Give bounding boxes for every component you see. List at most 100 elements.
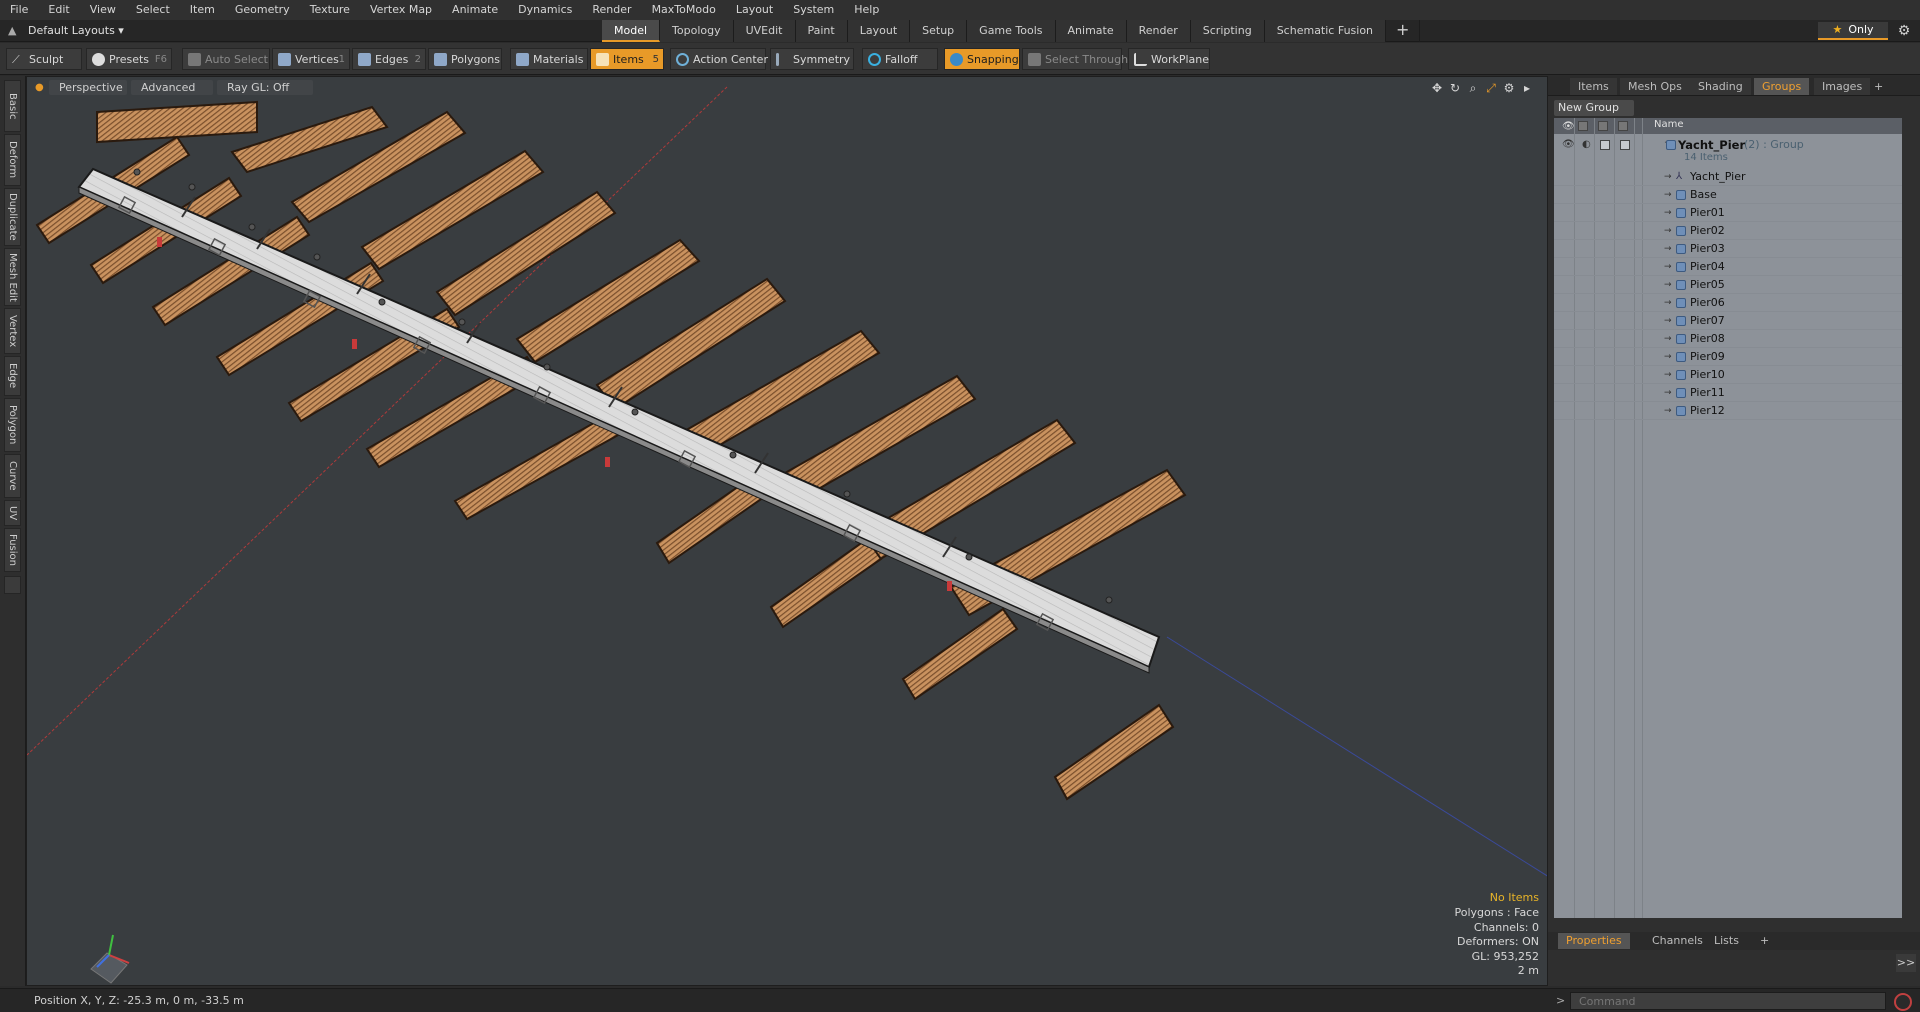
scene-canvas[interactable] (27, 77, 1548, 986)
list-item[interactable]: → Pier03 (1554, 240, 1902, 258)
expand-arrow-icon[interactable]: → (1664, 186, 1672, 204)
viewport-menu-dot[interactable]: ● (35, 82, 44, 93)
tab-paint[interactable]: Paint (795, 20, 848, 42)
add-right-tab-button[interactable]: + (1866, 78, 1891, 95)
tab-uvedit[interactable]: UVEdit (733, 20, 796, 42)
expand-arrow-icon[interactable]: → (1664, 402, 1672, 420)
name-column-header[interactable]: Name (1654, 119, 1684, 130)
viewport-expand-icon[interactable]: ▸ (1519, 80, 1535, 96)
maximize-view-icon[interactable]: ⤢ (1483, 80, 1499, 96)
tab-topology[interactable]: Topology (660, 20, 734, 42)
new-group-button[interactable]: New Group (1554, 100, 1634, 116)
vertices-button[interactable]: Vertices 1 (272, 48, 350, 70)
select-through-button[interactable]: Select Through (1022, 48, 1128, 70)
left-tab-polygon[interactable]: Polygon (4, 398, 21, 452)
tab-scripting[interactable]: Scripting (1190, 20, 1265, 42)
group-select-checkbox[interactable] (1620, 140, 1630, 150)
move-view-icon[interactable]: ✥ (1429, 80, 1445, 96)
expand-arrow-icon[interactable]: → (1664, 258, 1672, 276)
expand-panel-button[interactable]: >> (1896, 954, 1916, 972)
menu-item-dynamics[interactable]: Dynamics (508, 0, 582, 20)
menu-item-system[interactable]: System (783, 0, 844, 20)
menu-item-help[interactable]: Help (844, 0, 889, 20)
left-tab-mesh-edit[interactable]: Mesh Edit (4, 248, 21, 306)
menu-item-view[interactable]: View (80, 0, 126, 20)
tab-mesh-ops[interactable]: Mesh Ops (1620, 78, 1690, 95)
zoom-view-icon[interactable]: ⌕ (1465, 80, 1481, 96)
menu-item-select[interactable]: Select (126, 0, 180, 20)
group-visibility-icon[interactable]: 👁 (1562, 139, 1575, 150)
raygl-button[interactable]: Ray GL: Off (217, 80, 313, 95)
snapping-button[interactable]: Snapping (944, 48, 1020, 70)
group-lock-icon[interactable]: ◐ (1582, 139, 1592, 150)
visibility-header-icon[interactable]: 👁 (1562, 121, 1575, 132)
list-item[interactable]: → ⅄ Yacht_Pier (1554, 168, 1902, 186)
menu-item-item[interactable]: Item (180, 0, 225, 20)
expand-arrow-icon[interactable]: → (1664, 222, 1672, 240)
menu-item-maxtomodo[interactable]: MaxToModo (642, 0, 726, 20)
tab-setup[interactable]: Setup (910, 20, 968, 42)
group-row[interactable]: 👁 ◐ − Yacht_Pier (2) : Group 14 Items (1554, 136, 1902, 166)
polygons-button[interactable]: Polygons (428, 48, 502, 70)
falloff-button[interactable]: Falloff (862, 48, 938, 70)
menu-item-file[interactable]: File (0, 0, 38, 20)
presets-button[interactable]: Presets F6 (86, 48, 172, 70)
command-input[interactable] (1570, 992, 1886, 1010)
add-tab-button[interactable]: + (1386, 20, 1421, 42)
left-tab-edge[interactable]: Edge (4, 356, 21, 396)
tab-layout[interactable]: Layout (847, 20, 911, 42)
list-item[interactable]: → Pier06 (1554, 294, 1902, 312)
left-tab-curve[interactable]: Curve (4, 454, 21, 498)
list-item[interactable]: → Pier07 (1554, 312, 1902, 330)
action-center-button[interactable]: Action Center (670, 48, 768, 70)
lock-header-icon[interactable] (1578, 121, 1588, 131)
expand-arrow-icon[interactable]: → (1664, 204, 1672, 222)
only-button[interactable]: ★ Only (1818, 22, 1888, 40)
tab-items[interactable]: Items (1570, 78, 1617, 95)
tab-game-tools[interactable]: Game Tools (967, 20, 1056, 42)
menu-item-animate[interactable]: Animate (442, 0, 508, 20)
expand-arrow-icon[interactable]: → (1664, 384, 1672, 402)
expand-arrow-icon[interactable]: → (1664, 348, 1672, 366)
menu-item-geometry[interactable]: Geometry (225, 0, 300, 20)
list-item[interactable]: → Pier02 (1554, 222, 1902, 240)
list-item[interactable]: → Pier10 (1554, 366, 1902, 384)
menu-item-texture[interactable]: Texture (300, 0, 360, 20)
left-tab-deform[interactable]: Deform (4, 134, 21, 186)
left-tab-vertex[interactable]: Vertex (4, 308, 21, 354)
edges-button[interactable]: Edges 2 (352, 48, 426, 70)
perspective-button[interactable]: Perspective (49, 80, 127, 95)
add-bottom-tab-button[interactable]: + (1752, 933, 1777, 949)
collapse-icon[interactable]: ▲ (8, 24, 22, 38)
expand-arrow-icon[interactable]: → (1664, 168, 1672, 186)
expand-arrow-icon[interactable]: → (1664, 330, 1672, 348)
items-button[interactable]: Items 5 (590, 48, 664, 70)
expand-arrow-icon[interactable]: → (1664, 240, 1672, 258)
list-item[interactable]: → Pier09 (1554, 348, 1902, 366)
left-tab-fusion[interactable]: Fusion (4, 528, 21, 572)
list-item[interactable]: → Base (1554, 186, 1902, 204)
3d-viewport[interactable]: ● Perspective Advanced Ray GL: Off ✥ ↻ ⌕… (26, 76, 1548, 986)
expand-arrow-icon[interactable]: → (1664, 294, 1672, 312)
tab-groups[interactable]: Groups (1754, 78, 1810, 95)
render-header-icon[interactable] (1598, 121, 1608, 131)
tab-animate[interactable]: Animate (1055, 20, 1127, 42)
expand-arrow-icon[interactable]: → (1664, 366, 1672, 384)
menu-item-render[interactable]: Render (582, 0, 641, 20)
left-tab-extra-button[interactable] (4, 576, 21, 594)
menu-item-layout[interactable]: Layout (726, 0, 783, 20)
list-item[interactable]: → Pier05 (1554, 276, 1902, 294)
left-tab-duplicate[interactable]: Duplicate (4, 188, 21, 246)
auto-select-button[interactable]: Auto Select (182, 48, 270, 70)
left-tab-uv[interactable]: UV (4, 500, 21, 526)
list-item[interactable]: → Pier04 (1554, 258, 1902, 276)
select-header-icon[interactable] (1618, 121, 1628, 131)
left-tab-basic[interactable]: Basic (4, 80, 21, 132)
list-item[interactable]: → Pier12 (1554, 402, 1902, 420)
tab-render[interactable]: Render (1126, 20, 1191, 42)
gear-icon[interactable]: ⚙ (1895, 22, 1913, 40)
viewport-gear-icon[interactable]: ⚙ (1501, 80, 1517, 96)
list-item[interactable]: → Pier01 (1554, 204, 1902, 222)
workplane-button[interactable]: WorkPlane (1128, 48, 1210, 70)
materials-button[interactable]: Materials (510, 48, 588, 70)
